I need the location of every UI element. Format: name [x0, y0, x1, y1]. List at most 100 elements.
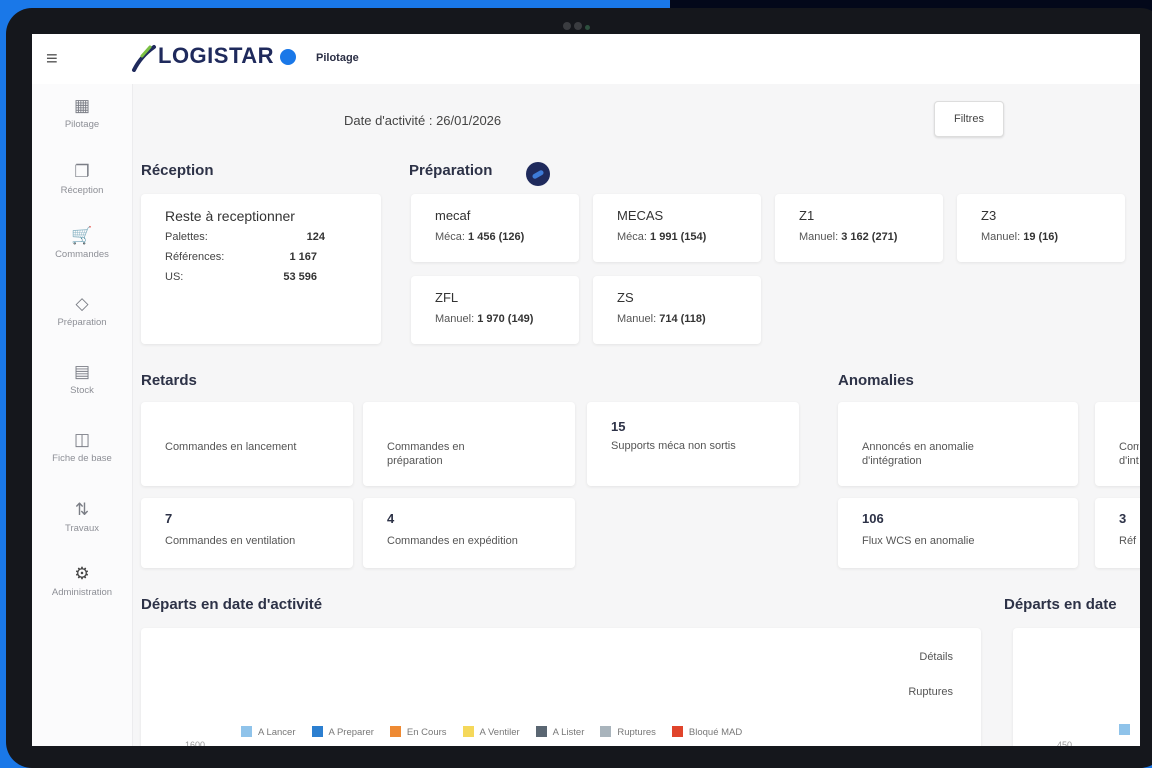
- activity-date: Date d'activité : 26/01/2026: [344, 113, 502, 128]
- legend-swatch: [389, 726, 401, 737]
- retard-label: Commandes en lancement: [165, 441, 297, 453]
- preparation-zone-name: Z3: [981, 208, 997, 223]
- legend-swatch: [1119, 724, 1130, 735]
- preparation-card[interactable]: ZS Manuel: 714 (118): [593, 276, 761, 344]
- section-title-reception: Réception: [141, 162, 214, 179]
- details-link[interactable]: Détails: [919, 651, 953, 663]
- cart-icon: 🛒: [71, 226, 93, 245]
- y-tick-label: 450: [1057, 740, 1073, 746]
- retard-label: Commandes en expédition: [387, 535, 518, 547]
- sidebar-item-pilotage[interactable]: ▦ Pilotage: [32, 96, 132, 131]
- transfer-icon: ⇅: [74, 500, 90, 519]
- sidebar-item-reception[interactable]: ❐ Réception: [32, 162, 132, 197]
- sidebar-item-commandes[interactable]: 🛒 Commandes: [32, 226, 132, 261]
- sidebar-item-fiche-de-base[interactable]: ◫ Fiche de base: [32, 430, 132, 465]
- preparation-zone-value: Manuel: 19 (16): [981, 231, 1059, 243]
- legend-swatch: [462, 726, 474, 737]
- anomalie-card[interactable]: 106 Flux WCS en anomalie: [838, 498, 1078, 568]
- top-bar: ≡ LOGISTAR Pilotage: [32, 34, 1140, 84]
- retard-card[interactable]: Commandes en lancement: [141, 402, 353, 486]
- y-tick-label: 1600: [185, 740, 206, 746]
- preparation-zone-name: MECAS: [617, 208, 664, 223]
- retard-card[interactable]: Commandes en préparation: [363, 402, 575, 486]
- legend-label: A Ventiler: [479, 727, 520, 738]
- sidebar-item-preparation[interactable]: ◇ Préparation: [32, 294, 132, 329]
- anomalie-count: 3: [1119, 511, 1127, 526]
- section-title-preparation: Préparation: [409, 162, 493, 179]
- preparation-card[interactable]: Z1 Manuel: 3 162 (271): [775, 194, 943, 262]
- legend-item[interactable]: A Lancer: [241, 726, 296, 738]
- legend-swatch: [535, 726, 547, 737]
- legend-label: A Preparer: [328, 727, 374, 738]
- anomalie-card[interactable]: 3 Réf: [1095, 498, 1140, 568]
- legend-swatch: [600, 726, 612, 737]
- filters-button[interactable]: Filtres: [934, 101, 1004, 137]
- preparation-zone-name: mecaf: [435, 208, 471, 223]
- sidebar-item-label: Réception: [60, 185, 104, 196]
- anomalie-card[interactable]: Annoncés en anomalie d'intégration: [838, 402, 1078, 486]
- legend-label: A Lancer: [258, 727, 296, 738]
- logo-badge: [280, 49, 296, 65]
- chart-legend: A Lancer A Preparer En Cours A Ventiler A Li…: [241, 726, 758, 738]
- preparation-zone-value: Manuel: 714 (118): [617, 313, 706, 325]
- sidebar-item-travaux[interactable]: ⇅ Travaux: [32, 500, 132, 535]
- retard-card[interactable]: 4 Commandes en expédition: [363, 498, 575, 568]
- legend-item[interactable]: A Preparer: [311, 726, 374, 738]
- retard-card[interactable]: 15 Supports méca non sortis: [587, 402, 799, 486]
- reception-card[interactable]: Reste à receptionner Palettes: 124 Référe…: [141, 194, 381, 344]
- anomalie-count: 106: [862, 511, 884, 526]
- sidebar: ▦ Pilotage ❐ Réception 🛒 Commandes ◇ Pré…: [32, 84, 133, 746]
- reception-row: Références: 1 167: [165, 251, 317, 263]
- sidebar-item-stock[interactable]: ▤ Stock: [32, 362, 132, 397]
- reception-card-title: Reste à receptionner: [165, 208, 295, 224]
- shelves-icon: ▤: [73, 362, 91, 381]
- package-icon: ❐: [74, 162, 90, 181]
- reception-row: Palettes: 124: [165, 231, 325, 243]
- legend-swatch: [241, 726, 252, 737]
- box-icon: ◇: [75, 294, 89, 313]
- preparation-zone-value: Manuel: 3 162 (271): [799, 231, 898, 243]
- retard-count: 7: [165, 511, 173, 526]
- preparation-card[interactable]: ZFL Manuel: 1 970 (149): [411, 276, 579, 344]
- anomalie-label: Annoncés en anomalie d'intégration: [862, 441, 974, 467]
- sidebar-item-label: Pilotage: [64, 119, 100, 130]
- link-badge-icon[interactable]: [526, 162, 550, 186]
- preparation-zone-name: ZS: [617, 290, 634, 305]
- sidebar-item-label: Administration: [51, 587, 113, 598]
- legend-label: A Lister: [552, 727, 585, 738]
- app-screen: ≡ LOGISTAR Pilotage ▦ Pilotage ❐ Récepti…: [32, 34, 1140, 746]
- sidebar-item-label: Travaux: [65, 523, 99, 534]
- legend-item[interactable]: A Ventiler: [462, 726, 520, 738]
- module-name: Pilotage: [316, 52, 359, 64]
- legend-item[interactable]: Bloqué MAD: [671, 726, 743, 738]
- sidebar-item-administration[interactable]: ⚙ Administration: [32, 564, 132, 599]
- gear-icon: ⚙: [74, 564, 90, 583]
- ruptures-link[interactable]: Ruptures: [908, 686, 953, 698]
- legend-item[interactable]: A Lister: [535, 726, 585, 738]
- legend-label: Ruptures: [617, 727, 656, 738]
- legend-swatch: [671, 726, 683, 737]
- book-icon: ◫: [73, 430, 91, 449]
- preparation-card[interactable]: MECAS Méca: 1 991 (154): [593, 194, 761, 262]
- main-content: Date d'activité : 26/01/2026 Filtres Réc…: [133, 84, 1140, 746]
- section-title-anomalies: Anomalies: [838, 372, 914, 389]
- legend-label: En Cours: [406, 727, 447, 738]
- menu-icon[interactable]: ≡: [46, 49, 66, 69]
- retard-count: 15: [611, 419, 626, 434]
- departs-chart-card-2: 450: [1013, 628, 1140, 746]
- retard-card[interactable]: 7 Commandes en ventilation: [141, 498, 353, 568]
- section-title-departs-2: Départs en date: [1004, 596, 1117, 613]
- legend-item[interactable]: Ruptures: [600, 726, 656, 738]
- sidebar-item-label: Fiche de base: [52, 453, 112, 464]
- anomalie-card[interactable]: Com d'int: [1095, 402, 1140, 486]
- legend-swatch: [311, 726, 323, 737]
- preparation-card[interactable]: mecaf Méca: 1 456 (126): [411, 194, 579, 262]
- logo-swoosh-icon: [132, 45, 156, 72]
- sidebar-item-label: Stock: [70, 385, 94, 396]
- sidebar-item-label: Préparation: [57, 317, 107, 328]
- preparation-card[interactable]: Z3 Manuel: 19 (16): [957, 194, 1125, 262]
- legend-item[interactable]: En Cours: [389, 726, 447, 738]
- legend-label: Bloqué MAD: [688, 727, 743, 738]
- retard-label: Commandes en ventilation: [165, 535, 296, 547]
- dashboard-icon: ▦: [73, 96, 91, 115]
